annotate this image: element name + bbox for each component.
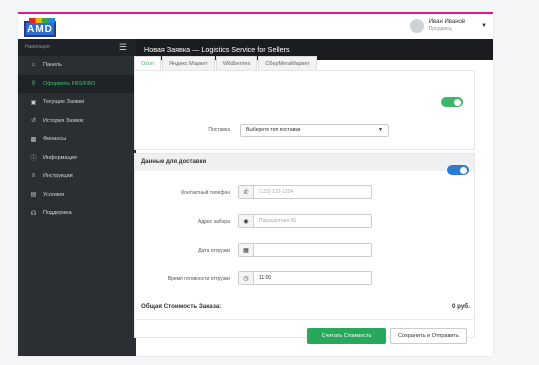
calendar-icon: ▦ (239, 244, 254, 256)
phone-icon: ✆ (239, 186, 254, 198)
sidebar-item-panel[interactable]: ⌂ Панель (18, 56, 136, 75)
list-icon: ≡ (31, 173, 36, 180)
sidebar-item-fbs-fbo[interactable]: ⚲ Оформить FBS/FBO (18, 74, 136, 93)
brand-logo[interactable]: AMD (24, 18, 56, 38)
sidebar-header: Навигация ☰ (18, 39, 136, 56)
sidebar-item-support[interactable]: ☊ Поддержка (18, 204, 136, 223)
hamburger-menu-icon[interactable]: ☰ (119, 42, 127, 53)
divider (134, 319, 475, 320)
chevron-down-icon: ▼ (378, 127, 383, 133)
sidebar-item-current-orders[interactable]: ▣ Текущие Заявки (18, 93, 136, 112)
user-role: Продавец (428, 26, 452, 32)
sidebar-item-instructions[interactable]: ≡ Инструкции (18, 167, 136, 186)
sidebar-item-finance[interactable]: ▩ Финансы (18, 130, 136, 149)
sidebar-item-info[interactable]: ⓘ Информация (18, 149, 136, 168)
save-and-send-button[interactable]: Сохранить и Отправить (390, 328, 467, 344)
supply-type-select[interactable]: Выберите тип поставки ▼ (240, 124, 389, 137)
time-input[interactable]: 11:00 (259, 272, 271, 284)
sidebar-item-label: Поддержка (43, 210, 72, 217)
logo-text: AMD (27, 23, 53, 35)
tab-wildberries[interactable]: Wildberries (215, 56, 258, 70)
sidebar-item-label: Оформить FBS/FBO (43, 80, 96, 87)
sidebar-item-history[interactable]: ↺ История Заявок (18, 112, 136, 131)
date-label: Дата отгрузки (198, 248, 230, 254)
sidebar-item-label: История Заявок (43, 117, 84, 124)
document-icon: ▤ (30, 192, 37, 199)
delivery-title: Данные для доставки (141, 159, 207, 165)
delivery-card-header: Данные для доставки (135, 154, 474, 171)
top-bar: AMD Иван Иванов Продавец ▼ (18, 12, 493, 38)
map-pin-icon: ◉ (239, 215, 254, 227)
supply-label: Поставка (208, 127, 230, 133)
sidebar-item-label: Информация (43, 154, 77, 161)
supply-card (134, 70, 475, 150)
user-name: Иван Иванов (428, 19, 466, 25)
chevron-down-icon[interactable]: ▼ (481, 23, 487, 29)
time-field[interactable]: ◷ 11:00 (238, 271, 372, 285)
date-field[interactable]: ▦ (238, 243, 372, 257)
total-value: 0 руб. (452, 303, 470, 310)
sidebar-item-label: Условия (43, 191, 65, 198)
supply-toggle[interactable] (441, 97, 463, 107)
address-field[interactable]: ◉ Парашютная 56 (238, 214, 372, 228)
user-menu[interactable]: Иван Иванов Продавец ▼ (409, 19, 487, 33)
logo-roof-icon (29, 18, 55, 23)
tab-yandex-market[interactable]: Яндекс Маркет (162, 56, 215, 70)
supply-select-value: Выберите тип поставки (246, 127, 301, 133)
calculate-cost-button[interactable]: Считать Стоимость (307, 328, 386, 344)
sidebar-item-terms[interactable]: ▤ Условия (18, 186, 136, 205)
sidebar-item-label: Панель (43, 62, 63, 69)
sidebar: Навигация ☰ ⌂ Панель ⚲ Оформить FBS/FBO … (18, 39, 136, 356)
sidebar-item-label: Финансы (43, 136, 67, 143)
headset-icon: ☊ (30, 210, 37, 217)
box-icon: ▣ (30, 99, 37, 106)
home-icon: ⌂ (31, 62, 36, 69)
phone-field[interactable]: ✆ (123) 123-1234 (238, 185, 372, 199)
delivery-toggle[interactable] (447, 165, 469, 175)
time-label: Время готовности отгрузки (167, 276, 230, 282)
tab-sbermegamarket[interactable]: СберМегаМаркет (258, 56, 317, 70)
sidebar-header-label: Навигация (25, 44, 50, 50)
history-icon: ↺ (30, 118, 37, 125)
marketplace-tabs: Ozon Яндекс Маркет Wildberries СберМегаМ… (134, 56, 318, 70)
address-input[interactable]: Парашютная 56 (259, 215, 296, 227)
info-icon: ⓘ (30, 156, 37, 163)
avatar[interactable] (409, 19, 424, 33)
phone-label: Контактный телефон (181, 190, 230, 196)
finance-icon: ▩ (30, 136, 37, 143)
phone-input[interactable]: (123) 123-1234 (259, 186, 293, 198)
sidebar-item-label: Инструкции (43, 173, 73, 180)
tab-ozon[interactable]: Ozon (134, 56, 162, 70)
sidebar-item-label: Текущие Заявки (43, 99, 85, 106)
address-label: Адрес забора (198, 219, 230, 225)
cart-icon: ⚲ (31, 81, 36, 88)
total-label: Общая Стоимость Заказа: (141, 303, 222, 310)
clock-icon: ◷ (239, 272, 254, 284)
